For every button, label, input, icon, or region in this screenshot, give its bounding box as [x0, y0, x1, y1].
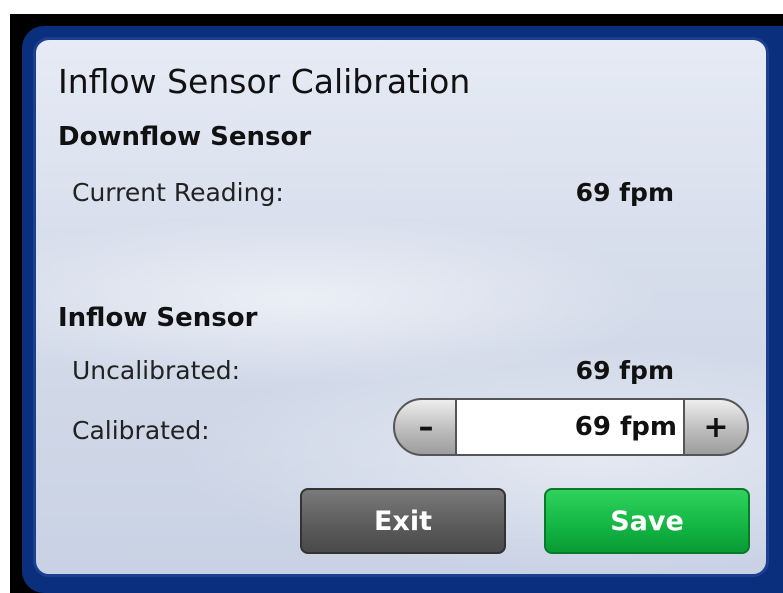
- top-edge: [0, 0, 783, 14]
- calibrated-stepper: – 69 fpm +: [393, 398, 749, 456]
- left-edge: [0, 0, 10, 593]
- calibrated-value-field[interactable]: 69 fpm: [455, 398, 691, 456]
- dialog-title: Inflow Sensor Calibration: [58, 62, 471, 101]
- downflow-heading: Downflow Sensor: [58, 122, 312, 152]
- current-reading-label: Current Reading:: [72, 178, 284, 207]
- calibration-dialog: Inflow Sensor Calibration Downflow Senso…: [33, 37, 769, 577]
- exit-button[interactable]: Exit: [300, 488, 506, 554]
- calibrated-label: Calibrated:: [72, 416, 210, 445]
- inflow-heading: Inflow Sensor: [58, 303, 258, 333]
- decrement-button[interactable]: –: [393, 398, 459, 456]
- increment-button[interactable]: +: [683, 398, 749, 456]
- uncalibrated-value: 69 fpm: [575, 356, 674, 385]
- current-reading-value: 69 fpm: [575, 178, 674, 207]
- uncalibrated-label: Uncalibrated:: [72, 356, 241, 385]
- save-button[interactable]: Save: [544, 488, 750, 554]
